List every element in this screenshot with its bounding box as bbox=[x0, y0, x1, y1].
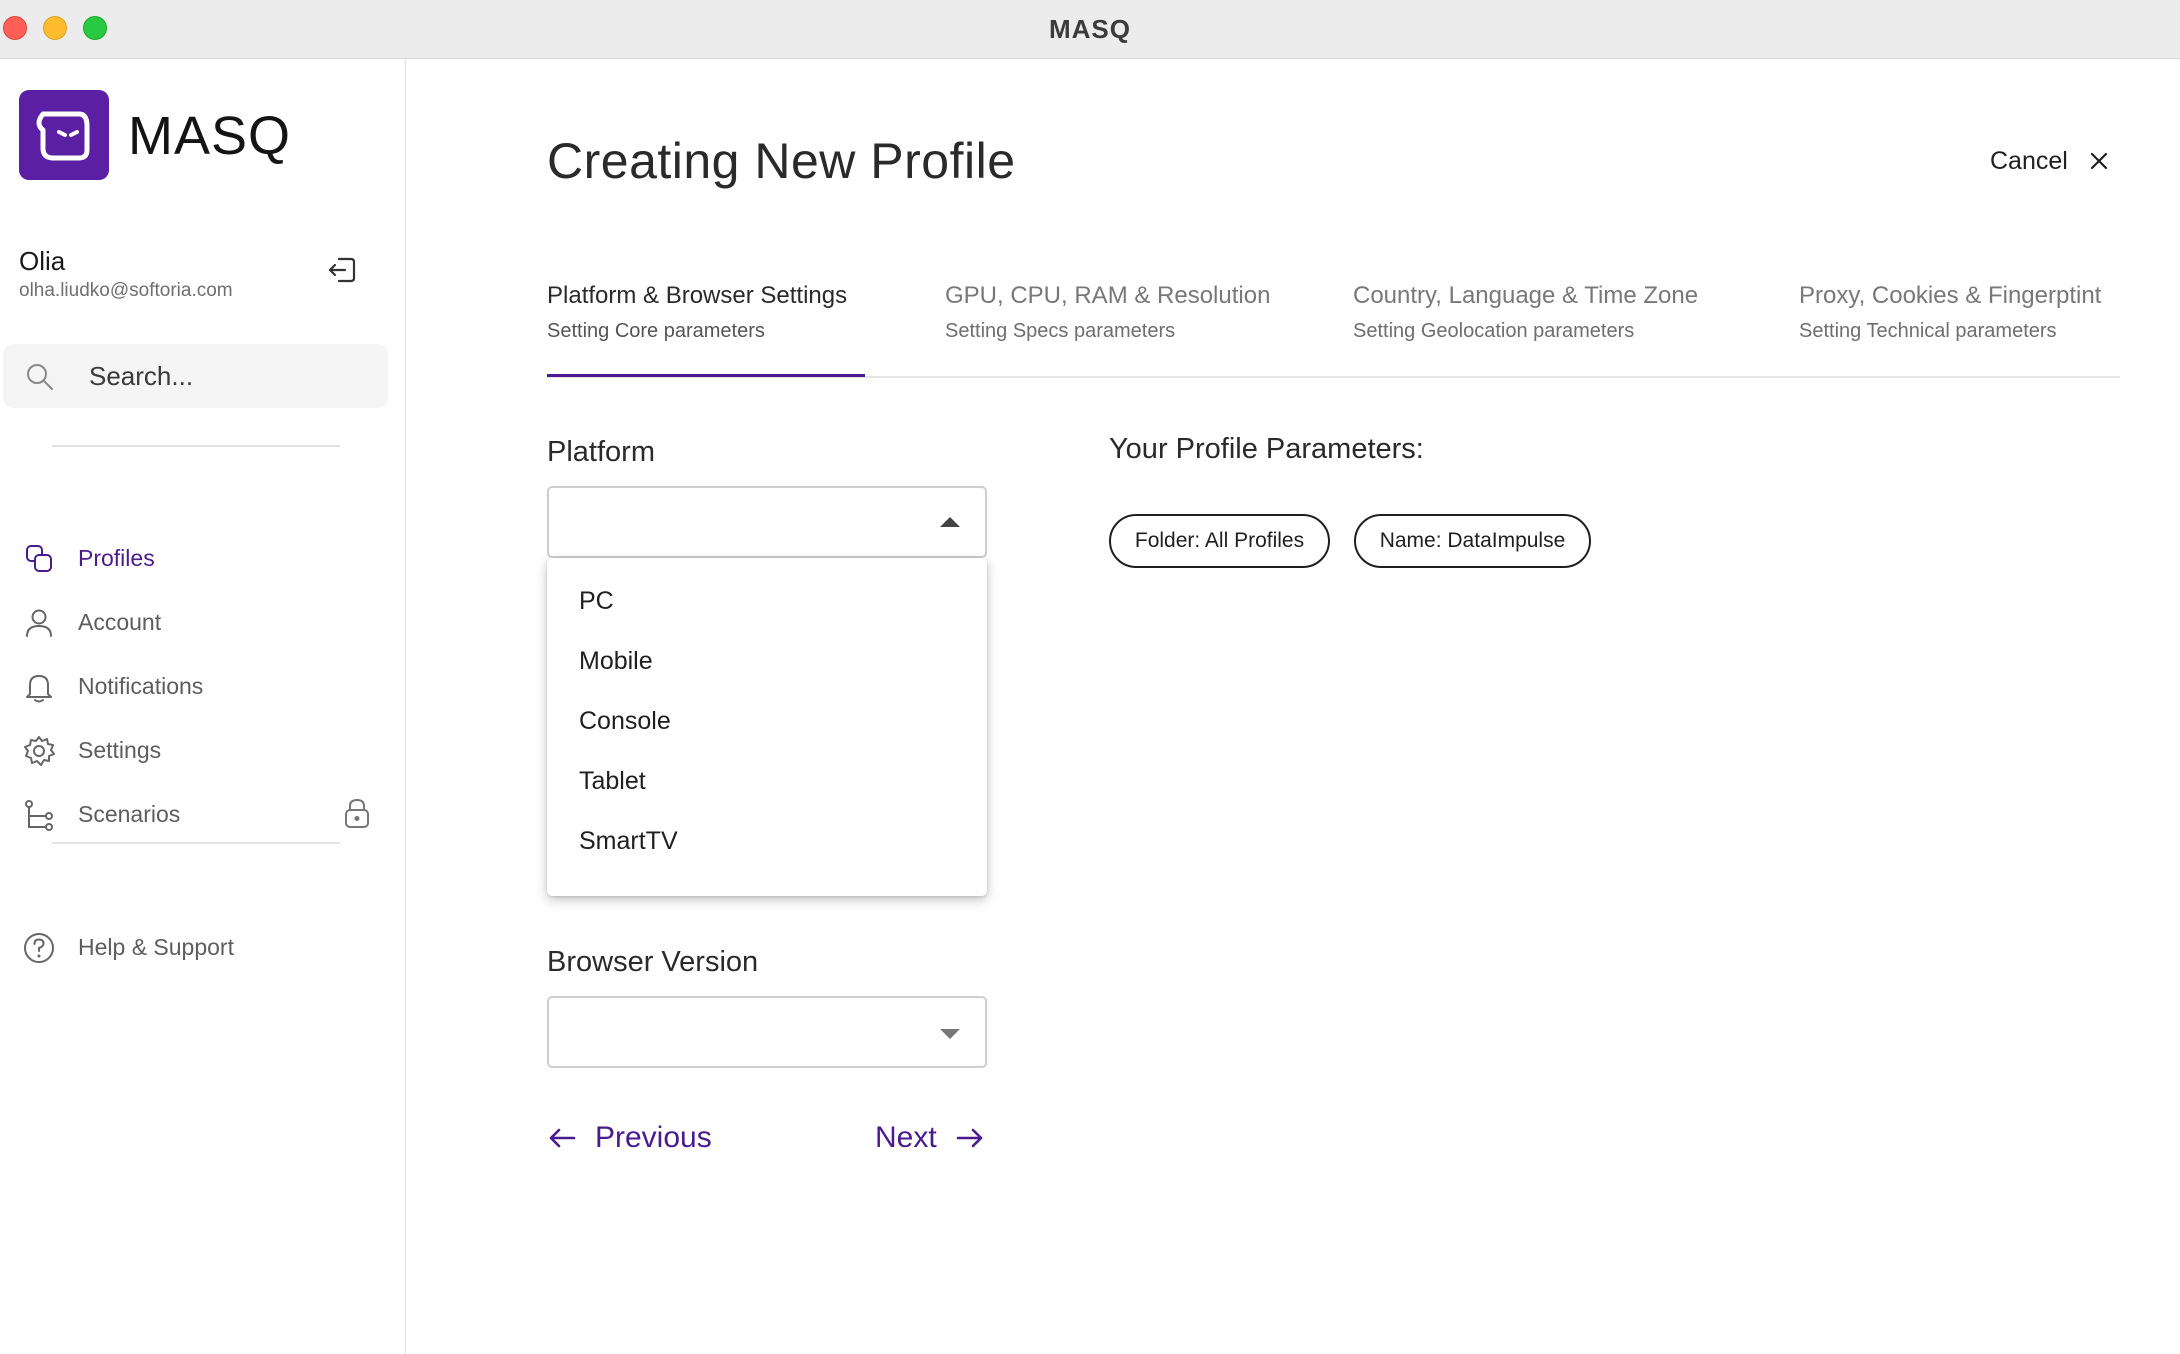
sidebar-item-label: Notifications bbox=[78, 673, 204, 699]
browser-version-select[interactable] bbox=[547, 996, 987, 1068]
sidebar-item-label: Account bbox=[78, 609, 162, 635]
page-title: Creating New Profile bbox=[547, 133, 1016, 189]
cancel-button[interactable]: Cancel bbox=[1990, 141, 2110, 181]
sidebar-item-settings[interactable]: Settings bbox=[0, 727, 406, 775]
tab-title: Proxy, Cookies & Fingerptint bbox=[1799, 282, 2102, 309]
previous-label: Previous bbox=[595, 1121, 712, 1154]
sidebar-item-label: Help & Support bbox=[78, 934, 234, 960]
bell-icon bbox=[26, 675, 52, 703]
browser-version-label: Browser Version bbox=[547, 946, 759, 978]
step-tabs: Platform & Browser Settings Setting Core… bbox=[547, 282, 2120, 378]
close-icon bbox=[2090, 152, 2107, 170]
user-name: Olia bbox=[19, 246, 66, 276]
platform-option-mobile[interactable]: Mobile bbox=[547, 632, 987, 690]
tab-subtitle: Setting Technical parameters bbox=[1799, 320, 2057, 342]
platform-dropdown-menu: PC Mobile Console Tablet SmartTV bbox=[547, 558, 987, 896]
active-tab-indicator bbox=[547, 374, 865, 377]
param-chip-name: Name: DataImpulse bbox=[1354, 514, 1591, 568]
user-email: olha.liudko@softoria.com bbox=[19, 280, 233, 301]
param-chip-folder: Folder: All Profiles bbox=[1109, 514, 1330, 568]
sidebar-item-help[interactable]: Help & Support bbox=[0, 924, 406, 972]
previous-button[interactable]: Previous bbox=[547, 1118, 712, 1158]
sidebar-divider bbox=[52, 445, 340, 447]
tab-title: Platform & Browser Settings bbox=[547, 282, 848, 309]
cancel-label: Cancel bbox=[1990, 146, 2068, 175]
tab-technical[interactable]: Proxy, Cookies & Fingerptint Setting Tec… bbox=[1799, 282, 2101, 376]
scenarios-icon bbox=[25, 800, 53, 831]
tab-title: GPU, CPU, RAM & Resolution bbox=[945, 282, 1271, 309]
platform-option-console[interactable]: Console bbox=[547, 692, 987, 750]
sidebar-divider bbox=[52, 842, 340, 844]
lock-icon bbox=[345, 798, 369, 828]
sidebar-item-label: Scenarios bbox=[78, 801, 181, 827]
tab-subtitle: Setting Geolocation parameters bbox=[1353, 320, 1635, 342]
search-box bbox=[3, 344, 388, 408]
tab-specs[interactable]: GPU, CPU, RAM & Resolution Setting Specs… bbox=[945, 282, 1270, 376]
gear-icon bbox=[24, 736, 55, 766]
app-window: MASQ MASQ Olia olha.liudko@softoria.com bbox=[0, 0, 2180, 1354]
arrow-left-icon bbox=[549, 1128, 576, 1148]
tab-platform-browser[interactable]: Platform & Browser Settings Setting Core… bbox=[547, 282, 847, 376]
chevron-down-icon bbox=[940, 1029, 960, 1039]
platform-option-smarttv[interactable]: SmartTV bbox=[547, 812, 987, 870]
next-button[interactable]: Next bbox=[875, 1118, 985, 1158]
tab-subtitle: Setting Specs parameters bbox=[945, 320, 1176, 342]
profiles-icon bbox=[26, 545, 52, 572]
chevron-up-icon bbox=[940, 517, 960, 527]
tab-title: Country, Language & Time Zone bbox=[1353, 282, 1699, 309]
sidebar-item-label: Profiles bbox=[78, 545, 155, 571]
sidebar-item-profiles[interactable]: Profiles bbox=[0, 535, 406, 583]
user-icon bbox=[26, 609, 52, 637]
title-bar: MASQ bbox=[0, 0, 2180, 59]
logout-icon[interactable] bbox=[325, 253, 359, 287]
arrow-right-icon bbox=[956, 1128, 982, 1148]
platform-option-tablet[interactable]: Tablet bbox=[547, 752, 987, 810]
tab-subtitle: Setting Core parameters bbox=[547, 320, 765, 342]
tab-geolocation[interactable]: Country, Language & Time Zone Setting Ge… bbox=[1353, 282, 1698, 376]
brand-name: MASQ bbox=[128, 106, 292, 166]
profile-params-title: Your Profile Parameters: bbox=[1109, 433, 1424, 465]
sidebar-item-label: Settings bbox=[78, 737, 162, 763]
sidebar: MASQ Olia olha.liudko@softoria.com Profi… bbox=[0, 59, 406, 1354]
platform-label: Platform bbox=[547, 436, 655, 468]
sidebar-item-scenarios[interactable]: Scenarios bbox=[0, 791, 406, 839]
help-icon bbox=[24, 933, 54, 963]
sidebar-item-account[interactable]: Account bbox=[0, 599, 406, 647]
window-title: MASQ bbox=[1049, 14, 1131, 44]
search-input[interactable] bbox=[89, 357, 369, 395]
next-label: Next bbox=[875, 1121, 937, 1154]
search-icon bbox=[27, 364, 53, 390]
platform-option-pc[interactable]: PC bbox=[547, 572, 987, 630]
masq-logo-icon bbox=[19, 90, 109, 180]
sidebar-item-notifications[interactable]: Notifications bbox=[0, 663, 406, 711]
platform-select[interactable] bbox=[547, 486, 987, 558]
